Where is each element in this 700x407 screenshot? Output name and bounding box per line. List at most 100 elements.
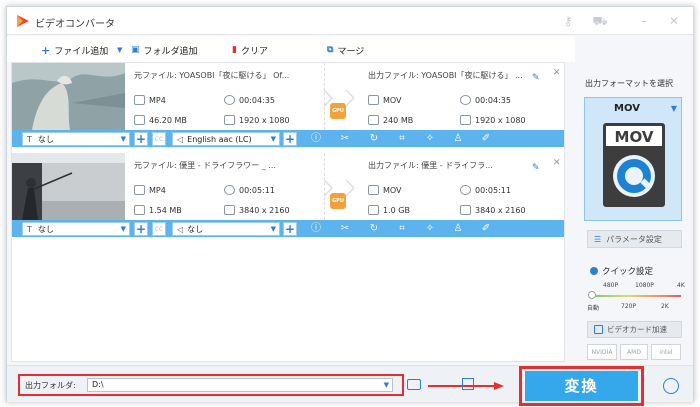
add-file-button[interactable]: + ファイル追加 xyxy=(41,43,108,57)
file-size-icon xyxy=(368,115,379,125)
subtitle-select[interactable]: T なし ▼ xyxy=(22,132,130,146)
trash-icon: ▮ xyxy=(232,44,237,55)
audio-track-select[interactable]: ◁ なし ▼ xyxy=(172,222,280,236)
output-format-selector[interactable]: MOV ▼ MOV xyxy=(584,97,682,221)
title-bar: ビデオコンバータ ⚷ ⛟ – ✕ xyxy=(7,7,693,35)
alarm-clock-icon[interactable] xyxy=(663,378,679,394)
file-size-icon xyxy=(134,205,145,215)
quick-settings-heading: クイック設定 xyxy=(590,265,653,277)
output-duration-value: 00:05:11 xyxy=(475,185,511,195)
clear-button[interactable]: ▮ クリア xyxy=(232,43,268,57)
convert-button[interactable]: 変換 xyxy=(525,371,638,401)
subtitle-edit-icon[interactable]: ✐ xyxy=(480,133,492,145)
subtitle-select[interactable]: T なし ▼ xyxy=(22,222,130,236)
quality-2k: 2K xyxy=(661,303,669,310)
quality-slider-knob[interactable] xyxy=(588,291,596,299)
close-window-icon[interactable]: ✕ xyxy=(666,13,682,29)
effects-icon[interactable]: ✧ xyxy=(424,223,436,235)
source-resolution-value: 1920 x 1080 xyxy=(239,115,290,125)
toolbar: + ファイル追加 ▼ ▣ フォルダ追加 ▮ クリア ⧉ マージ xyxy=(7,36,575,62)
quick-settings-label: クイック設定 xyxy=(602,267,654,277)
video-thumbnail[interactable] xyxy=(12,63,125,130)
clock-icon xyxy=(224,185,235,195)
resolution-icon xyxy=(460,205,471,215)
merge-output-icon[interactable] xyxy=(462,378,474,390)
output-format-value: MOV xyxy=(383,185,402,195)
rotate-icon[interactable]: ↻ xyxy=(368,133,380,145)
intel-badge[interactable]: intel xyxy=(651,344,681,360)
rotate-icon[interactable]: ↻ xyxy=(368,223,380,235)
source-size: 1.54 MB xyxy=(134,205,182,215)
item-edit-bar: T なし ▼ + CC ◁ なし ▼ + ⓘ ✂ ↻ ⌗ ✧ ♙ ✐ xyxy=(12,220,564,237)
cc-button[interactable]: CC xyxy=(152,132,166,146)
cc-button[interactable]: CC xyxy=(152,222,166,236)
edit-output-icon[interactable]: ✎ xyxy=(532,163,540,173)
gpu-acceleration-toggle[interactable]: ビデオカード加速 xyxy=(587,321,682,338)
effects-icon[interactable]: ✧ xyxy=(424,133,436,145)
edit-output-icon[interactable]: ✎ xyxy=(532,73,540,83)
file-item[interactable]: 元ファイル: YOASOBI「夜に駆ける」 Of... MP4 00:04:35… xyxy=(12,63,564,147)
crop-icon[interactable]: ⌗ xyxy=(396,223,408,235)
scissors-icon[interactable]: ✂ xyxy=(339,223,351,235)
add-folder-button[interactable]: ▣ フォルダ追加 xyxy=(131,43,198,57)
subtitle-edit-icon[interactable]: ✐ xyxy=(480,223,492,235)
info-icon[interactable]: ⓘ xyxy=(310,133,322,145)
output-duration: 00:05:11 xyxy=(460,185,511,195)
audio-track-value: English aac (LC) xyxy=(187,134,252,144)
output-file-title: 出力ファイル: 優里 - ドライフラ... xyxy=(368,161,493,170)
key-icon[interactable]: ⚷ xyxy=(560,13,576,29)
add-file-label: ファイル追加 xyxy=(54,46,109,57)
add-audio-button[interactable]: + xyxy=(283,222,297,236)
output-resolution: 3840 x 2160 xyxy=(460,205,526,215)
output-resolution-value: 1920 x 1080 xyxy=(475,115,526,125)
cart-icon[interactable]: ⛟ xyxy=(592,13,608,29)
add-audio-button[interactable]: + xyxy=(283,132,297,146)
file-item[interactable]: 元ファイル: 優里 - ドライフラワー _ ... MP4 00:05:11 1… xyxy=(12,153,564,237)
add-file-dropdown-icon[interactable]: ▼ xyxy=(117,43,122,57)
parameter-settings-button[interactable]: ☰ パラメータ設定 xyxy=(587,230,682,248)
quality-slider-track[interactable] xyxy=(591,295,681,297)
video-format-icon xyxy=(134,95,145,105)
bottom-bar: 出力フォルダ: D:\ ▼ 変換 xyxy=(7,365,693,406)
resolution-icon xyxy=(224,205,235,215)
select-format-label: 出力フォーマットを選択 xyxy=(585,79,673,88)
remove-item-icon[interactable]: ✕ xyxy=(553,158,561,168)
output-folder-select[interactable]: D:\ ▼ xyxy=(87,378,393,392)
quality-480p: 480P xyxy=(603,282,619,289)
source-size-value: 1.54 MB xyxy=(149,205,182,215)
add-folder-label: フォルダ追加 xyxy=(143,46,198,57)
source-duration: 00:05:11 xyxy=(224,185,275,195)
video-format-icon xyxy=(134,185,145,195)
clock-icon xyxy=(224,95,235,105)
mov-icon-text: MOV xyxy=(615,128,654,146)
folder-plus-icon: ▣ xyxy=(131,44,140,55)
quality-720p: 720P xyxy=(621,303,637,310)
add-subtitle-button[interactable]: + xyxy=(134,222,148,236)
open-folder-icon[interactable] xyxy=(407,379,421,390)
gpu-badge: GPU xyxy=(330,193,346,209)
output-format: MOV xyxy=(368,185,402,195)
chevron-down-icon: ▼ xyxy=(670,104,677,113)
minimize-icon[interactable]: – xyxy=(636,13,652,29)
speaker-icon: ◁ xyxy=(177,224,184,234)
audio-track-select[interactable]: ◁ English aac (LC) ▼ xyxy=(172,132,280,146)
watermark-icon[interactable]: ♙ xyxy=(452,223,464,235)
crop-icon[interactable]: ⌗ xyxy=(396,133,408,145)
source-file-title: 元ファイル: 優里 - ドライフラワー _ ... xyxy=(134,161,276,170)
chevron-down-icon: ▼ xyxy=(120,135,126,143)
gpu-chip-icon xyxy=(594,325,603,334)
speaker-icon: ◁ xyxy=(177,134,184,144)
source-format: MP4 xyxy=(134,95,166,105)
add-subtitle-button[interactable]: + xyxy=(134,132,148,146)
clear-label: クリア xyxy=(240,46,268,57)
output-file-title: 出力ファイル: YOASOBI「夜に駆ける」 ... xyxy=(368,71,523,80)
video-thumbnail[interactable] xyxy=(12,153,125,220)
nvidia-badge[interactable]: NVIDIA xyxy=(587,344,617,360)
amd-badge[interactable]: AMD xyxy=(620,344,648,360)
info-icon[interactable]: ⓘ xyxy=(310,223,322,235)
scissors-icon[interactable]: ✂ xyxy=(339,133,351,145)
merge-button[interactable]: ⧉ マージ xyxy=(327,43,364,57)
remove-item-icon[interactable]: ✕ xyxy=(553,68,561,78)
clock-icon xyxy=(460,95,471,105)
watermark-icon[interactable]: ♙ xyxy=(452,133,464,145)
